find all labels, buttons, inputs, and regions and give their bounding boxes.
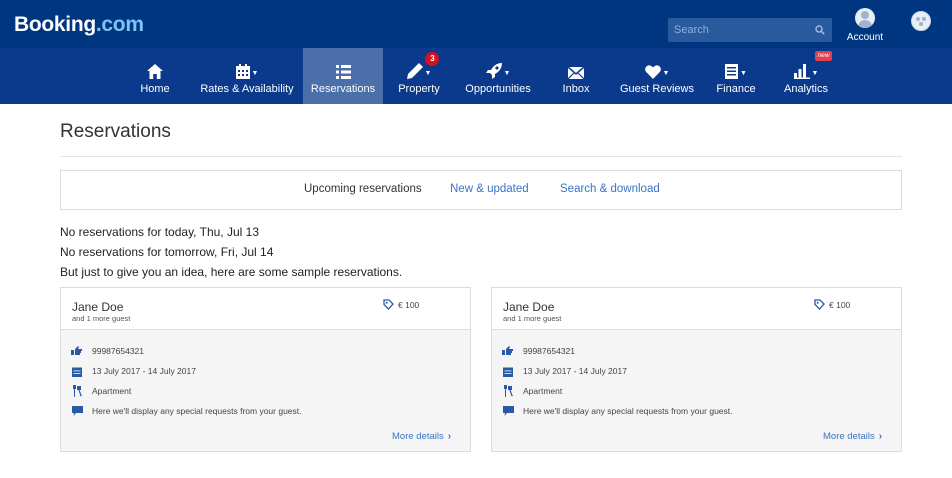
nav-label: Property: [398, 83, 440, 95]
reservation-tabs: Upcoming reservations New & updated Sear…: [60, 170, 902, 210]
nav-item-rates-availability[interactable]: ▼ Rates & Availability: [194, 48, 300, 104]
guest-count: and 1 more guest: [72, 314, 131, 323]
more-details-label: More details: [392, 431, 444, 442]
chevron-down-icon: ▼: [503, 70, 511, 77]
reservation-number: 99987654321: [523, 346, 576, 356]
main-nav: Home ▼ Rates & Availability Reservations…: [0, 48, 952, 104]
nav-label: Analytics: [783, 83, 829, 95]
pen-icon: [406, 63, 423, 79]
reference-row: 99987654321: [502, 345, 575, 357]
new-badge: new: [814, 51, 833, 61]
calendar-icon: [235, 64, 250, 79]
nav-item-guest-reviews[interactable]: ▼ Guest Reviews: [618, 48, 696, 104]
reservation-card: Jane Doe and 1 more guest € 100 99987654…: [60, 287, 471, 452]
price-tag-icon: [814, 299, 825, 310]
room-row: Apartment: [71, 385, 131, 397]
room-key-icon: [73, 385, 82, 397]
requests-row: Here we'll display any special requests …: [71, 405, 302, 417]
calendar-icon: [503, 367, 513, 377]
chevron-down-icon: ▼: [251, 70, 259, 77]
nav-label: Finance: [716, 83, 756, 95]
reservation-card: Jane Doe and 1 more guest € 100 99987654…: [491, 287, 902, 452]
price-value: € 100: [829, 299, 851, 310]
price-tag-icon: [383, 299, 394, 310]
guest-name: Jane Doe: [503, 300, 555, 314]
nav-item-home[interactable]: Home: [134, 48, 176, 104]
speech-bubble-icon: [502, 406, 514, 416]
hand-pointer-icon: [502, 346, 513, 355]
search-button[interactable]: [808, 18, 832, 42]
tab-upcoming-reservations[interactable]: Upcoming reservations: [304, 183, 422, 195]
room-key-icon: [504, 385, 513, 397]
nav-item-finance[interactable]: ▼ Finance: [714, 48, 758, 104]
search-input[interactable]: [668, 18, 808, 42]
message-sample: But just to give you an idea, here are s…: [60, 265, 403, 279]
special-requests: Here we'll display any special requests …: [92, 406, 302, 416]
more-details-link[interactable]: More details ›: [392, 431, 451, 442]
document-icon: [725, 64, 739, 79]
chevron-down-icon: ▼: [811, 70, 819, 77]
account-label: Account: [846, 32, 884, 43]
nav-item-property[interactable]: ▼ 3 Property: [393, 48, 445, 104]
chevron-down-icon: ▼: [662, 70, 670, 77]
reservation-number: 99987654321: [92, 346, 145, 356]
dates-row: 13 July 2017 - 14 July 2017: [502, 365, 627, 377]
home-icon: [147, 64, 163, 79]
price: € 100: [383, 299, 419, 310]
heart-icon: [644, 65, 661, 79]
chevron-down-icon: ▼: [740, 70, 747, 77]
nav-item-opportunities[interactable]: ▼ Opportunities: [462, 48, 534, 104]
more-details-label: More details: [823, 431, 875, 442]
calendar-icon: [72, 367, 82, 377]
chevron-right-icon: ›: [447, 431, 452, 442]
guest-count: and 1 more guest: [503, 314, 562, 323]
more-details-link[interactable]: More details ›: [823, 431, 882, 442]
envelope-icon: [568, 67, 584, 79]
nav-label: Rates & Availability: [200, 83, 294, 95]
page-title: Reservations: [60, 121, 171, 142]
nav-label: Opportunities: [465, 83, 531, 95]
price: € 100: [814, 299, 850, 310]
avatar: [855, 8, 875, 28]
room-row: Apartment: [502, 385, 562, 397]
account-menu[interactable]: Account: [846, 8, 884, 44]
dates-row: 13 July 2017 - 14 July 2017: [71, 365, 196, 377]
list-icon: [335, 65, 351, 79]
tab-search-download[interactable]: Search & download: [560, 183, 660, 195]
search-icon: [815, 25, 825, 35]
property-avatar[interactable]: [911, 11, 931, 31]
nav-label: Home: [140, 83, 170, 95]
nav-label: Guest Reviews: [620, 83, 694, 95]
reservation-card-header: Jane Doe and 1 more guest € 100: [492, 288, 901, 330]
nav-label: Reservations: [310, 83, 376, 95]
nav-item-reservations[interactable]: Reservations: [303, 48, 383, 104]
rocket-icon: [485, 63, 502, 79]
reference-row: 99987654321: [71, 345, 144, 357]
room-type: Apartment: [92, 386, 132, 396]
speech-bubble-icon: [71, 406, 83, 416]
notification-badge: 3: [425, 52, 440, 66]
chevron-right-icon: ›: [878, 431, 883, 442]
reservation-card-header: Jane Doe and 1 more guest € 100: [61, 288, 470, 330]
stay-dates: 13 July 2017 - 14 July 2017: [92, 366, 196, 376]
requests-row: Here we'll display any special requests …: [502, 405, 733, 417]
bar-chart-icon: [793, 64, 810, 79]
nav-item-inbox[interactable]: Inbox: [556, 48, 596, 104]
top-bar: Booking.com Account: [0, 0, 952, 48]
guest-name: Jane Doe: [72, 300, 124, 314]
nav-item-analytics[interactable]: ▼ new Analytics: [780, 48, 833, 104]
chevron-down-icon: ▼: [424, 70, 432, 77]
nav-label: Inbox: [562, 83, 590, 95]
message-tomorrow: No reservations for tomorrow, Fri, Jul 1…: [60, 245, 274, 259]
stay-dates: 13 July 2017 - 14 July 2017: [523, 366, 627, 376]
tab-new-updated[interactable]: New & updated: [450, 183, 529, 195]
hand-pointer-icon: [71, 346, 82, 355]
booking-logo[interactable]: Booking.com: [14, 13, 144, 37]
special-requests: Here we'll display any special requests …: [523, 406, 733, 416]
message-today: No reservations for today, Thu, Jul 13: [60, 225, 259, 239]
divider: [60, 156, 902, 157]
room-type: Apartment: [523, 386, 563, 396]
search-box: [668, 18, 832, 42]
price-value: € 100: [398, 299, 420, 310]
